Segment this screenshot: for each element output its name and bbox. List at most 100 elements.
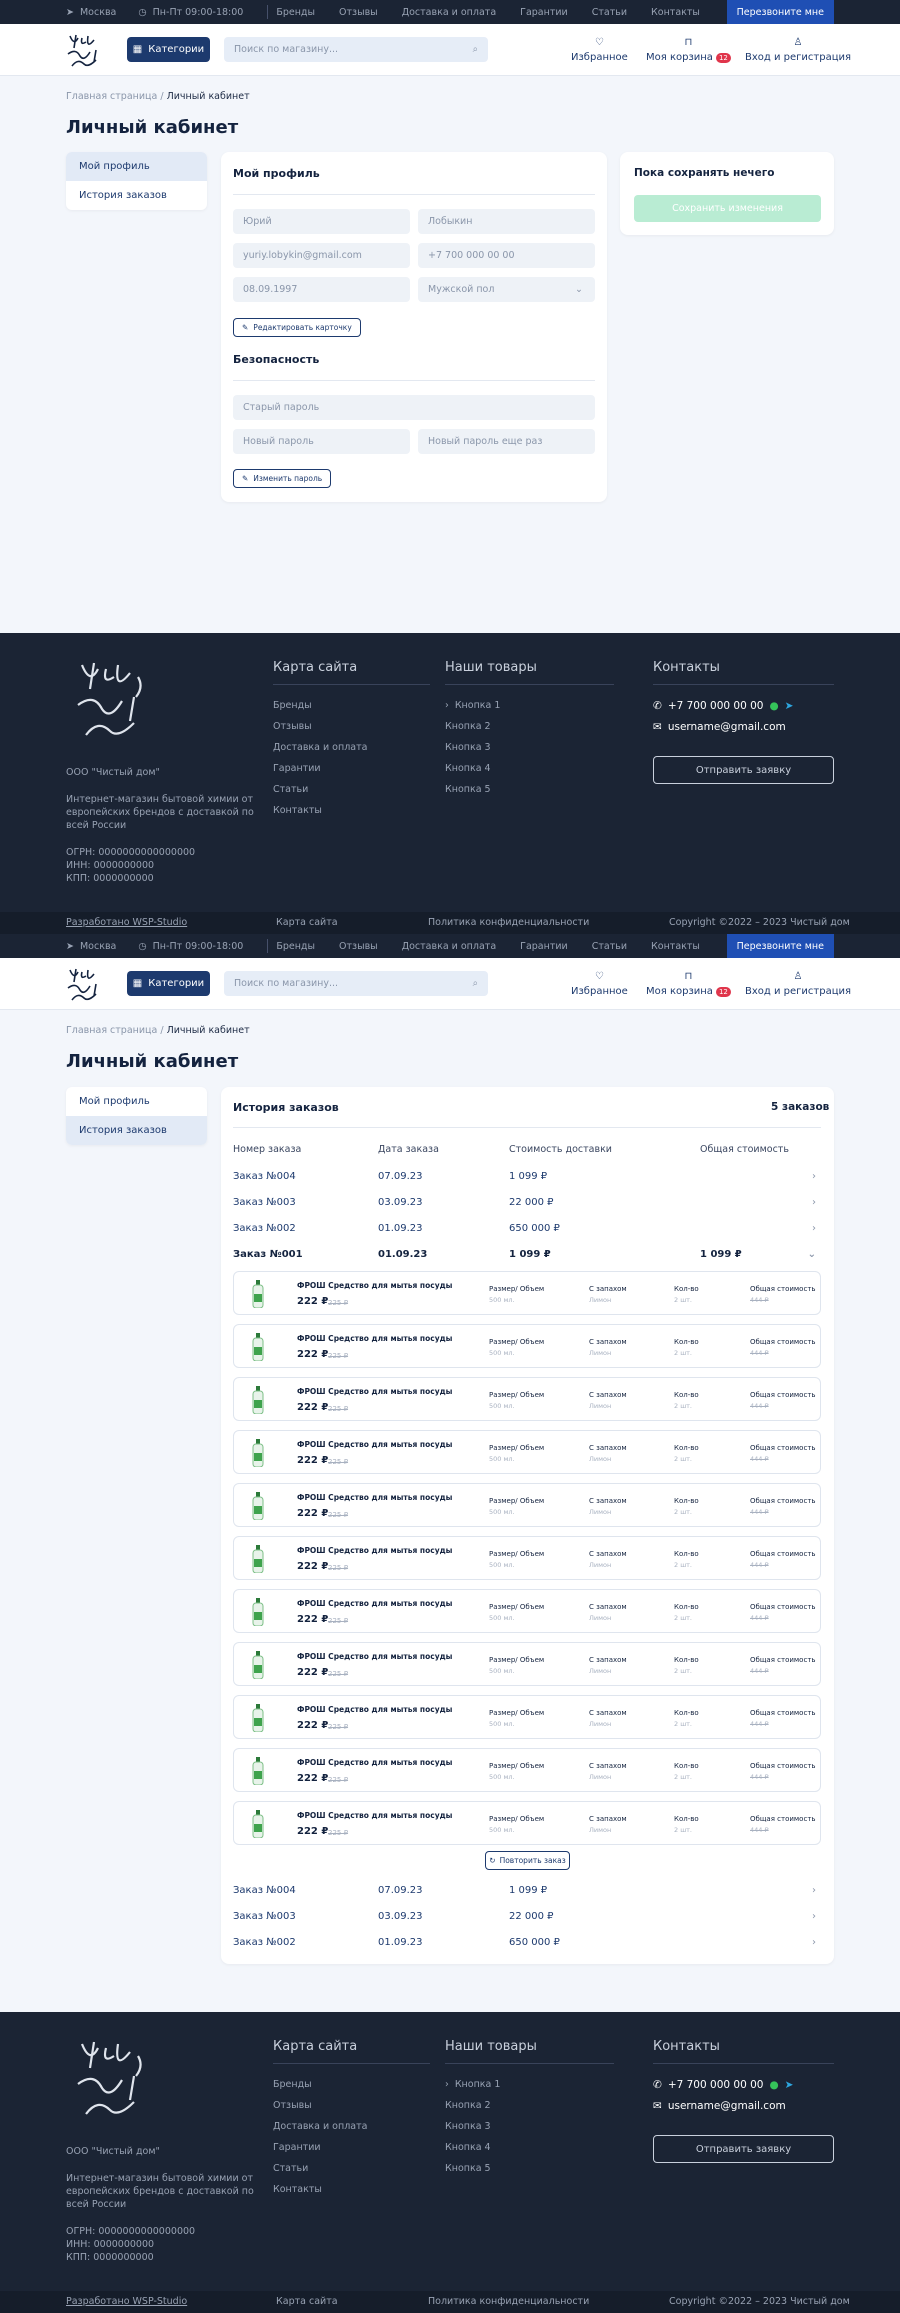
- privacy-link[interactable]: Политика конфиденциальности: [428, 917, 589, 928]
- cart-link[interactable]: ⊓ Моя корзина 12: [646, 37, 731, 63]
- footer-phone[interactable]: ✆ +7 700 000 00 00 ● ➤: [653, 2074, 834, 2095]
- product-name[interactable]: ФРОШ Средство для мытья посуды: [297, 1440, 452, 1449]
- top-nav-reviews[interactable]: Отзывы: [339, 941, 378, 952]
- callback-button[interactable]: Перезвоните мне: [726, 934, 834, 958]
- email-field[interactable]: yuriy.lobykin@gmail.com: [233, 243, 410, 268]
- footer-goods-item[interactable]: Кнопка 4: [445, 2137, 614, 2158]
- city-selector[interactable]: ➤ Москва: [66, 7, 116, 18]
- order-row[interactable]: Заказ №002 01.09.23 650 000 ₽ ›: [233, 1930, 820, 1956]
- login-link[interactable]: ♙ Вход и регистрация: [745, 971, 851, 997]
- new-password-field[interactable]: Новый пароль: [233, 429, 410, 454]
- footer-goods-item[interactable]: Кнопка 3: [445, 2116, 614, 2137]
- footer-link-delivery[interactable]: Доставка и оплата: [273, 737, 430, 758]
- top-nav-guarantees[interactable]: Гарантии: [520, 7, 568, 18]
- order-row[interactable]: Заказ №004 07.09.23 1 099 ₽ ›: [233, 1164, 820, 1190]
- callback-button[interactable]: Перезвоните мне: [726, 0, 834, 24]
- top-nav-brands[interactable]: Бренды: [276, 941, 315, 952]
- sidebar-item-profile[interactable]: Мой профиль: [66, 1087, 207, 1116]
- product-name[interactable]: ФРОШ Средство для мытья посуды: [297, 1334, 452, 1343]
- footer-link-reviews[interactable]: Отзывы: [273, 2095, 430, 2116]
- product-name[interactable]: ФРОШ Средство для мытья посуды: [297, 1652, 452, 1661]
- breadcrumb-home[interactable]: Главная страница: [66, 91, 157, 102]
- footer-email[interactable]: ✉ username@gmail.com: [653, 716, 834, 737]
- top-nav-articles[interactable]: Статьи: [592, 7, 627, 18]
- search-input[interactable]: Поиск по магазину... ⌕: [224, 971, 488, 996]
- footer-logo[interactable]: [74, 657, 154, 745]
- developer-link[interactable]: Разработано WSP-Studio: [66, 917, 187, 928]
- footer-link-reviews[interactable]: Отзывы: [273, 716, 430, 737]
- footer-email[interactable]: ✉ username@gmail.com: [653, 2095, 834, 2116]
- footer-goods-item[interactable]: Кнопка 3: [445, 737, 614, 758]
- top-nav-articles[interactable]: Статьи: [592, 941, 627, 952]
- gender-select[interactable]: Мужской пол ⌄: [418, 277, 595, 302]
- order-item-card[interactable]: ФРОШ Средство для мытья посуды 222 ₽225 ₽…: [233, 1695, 821, 1739]
- footer-goods-item[interactable]: › Кнопка 1: [445, 695, 614, 716]
- sidebar-item-orders[interactable]: История заказов: [66, 181, 207, 210]
- footer-phone[interactable]: ✆ +7 700 000 00 00 ● ➤: [653, 695, 834, 716]
- sidebar-item-profile[interactable]: Мой профиль: [66, 152, 207, 181]
- product-name[interactable]: ФРОШ Средство для мытья посуды: [297, 1758, 452, 1767]
- send-request-button[interactable]: Отправить заявку: [653, 756, 834, 784]
- product-name[interactable]: ФРОШ Средство для мытья посуды: [297, 1705, 452, 1714]
- favorites-link[interactable]: ♡ Избранное: [571, 37, 628, 63]
- edit-card-button[interactable]: ✎ Редактировать карточку: [233, 318, 361, 337]
- footer-goods-item[interactable]: Кнопка 2: [445, 716, 614, 737]
- old-password-field[interactable]: Старый пароль: [233, 395, 595, 420]
- first-name-field[interactable]: Юрий: [233, 209, 410, 234]
- product-name[interactable]: ФРОШ Средство для мытья посуды: [297, 1387, 452, 1396]
- top-nav-contacts[interactable]: Контакты: [651, 7, 700, 18]
- categories-button[interactable]: ▦ Категории: [127, 971, 210, 996]
- top-nav-brands[interactable]: Бренды: [276, 7, 315, 18]
- order-row[interactable]: Заказ №004 07.09.23 1 099 ₽ ›: [233, 1878, 820, 1904]
- product-name[interactable]: ФРОШ Средство для мытья посуды: [297, 1546, 452, 1555]
- product-name[interactable]: ФРОШ Средство для мытья посуды: [297, 1599, 452, 1608]
- product-name[interactable]: ФРОШ Средство для мытья посуды: [297, 1811, 452, 1820]
- order-item-card[interactable]: ФРОШ Средство для мытья посуды 222 ₽225 ₽…: [233, 1748, 821, 1792]
- footer-link-articles[interactable]: Статьи: [273, 2158, 430, 2179]
- telegram-icon[interactable]: ➤: [785, 2079, 794, 2091]
- footer-goods-item[interactable]: Кнопка 2: [445, 2095, 614, 2116]
- birthdate-field[interactable]: 08.09.1997: [233, 277, 410, 302]
- order-row-expanded[interactable]: Заказ №001 01.09.23 1 099 ₽1 099 ₽ ⌄: [233, 1242, 820, 1268]
- order-row[interactable]: Заказ №003 03.09.23 22 000 ₽ ›: [233, 1190, 820, 1216]
- order-item-card[interactable]: ФРОШ Средство для мытья посуды 222 ₽225 ₽…: [233, 1801, 821, 1845]
- sidebar-item-orders[interactable]: История заказов: [66, 1116, 207, 1145]
- footer-goods-item[interactable]: Кнопка 4: [445, 758, 614, 779]
- save-changes-button[interactable]: Сохранить изменения: [634, 195, 821, 222]
- footer-goods-item[interactable]: Кнопка 5: [445, 2158, 614, 2179]
- footer-goods-item[interactable]: › Кнопка 1: [445, 2074, 614, 2095]
- whatsapp-icon[interactable]: ●: [769, 700, 778, 712]
- order-row[interactable]: Заказ №002 01.09.23 650 000 ₽ ›: [233, 1216, 820, 1242]
- site-logo[interactable]: [66, 966, 106, 1004]
- footer-link-guarantees[interactable]: Гарантии: [273, 758, 430, 779]
- order-item-card[interactable]: ФРОШ Средство для мытья посуды 222 ₽225 ₽…: [233, 1536, 821, 1580]
- site-logo[interactable]: [66, 32, 106, 70]
- login-link[interactable]: ♙ Вход и регистрация: [745, 37, 851, 63]
- footer-link-guarantees[interactable]: Гарантии: [273, 2137, 430, 2158]
- footer-logo[interactable]: [74, 2036, 154, 2124]
- top-nav-reviews[interactable]: Отзывы: [339, 7, 378, 18]
- cart-link[interactable]: ⊓ Моя корзина 12: [646, 971, 731, 997]
- order-item-card[interactable]: ФРОШ Средство для мытья посуды 222 ₽225 ₽…: [233, 1642, 821, 1686]
- last-name-field[interactable]: Лобыкин: [418, 209, 595, 234]
- footer-link-brands[interactable]: Бренды: [273, 695, 430, 716]
- search-input[interactable]: Поиск по магазину... ⌕: [224, 37, 488, 62]
- product-name[interactable]: ФРОШ Средство для мытья посуды: [297, 1281, 452, 1290]
- new-password-repeat-field[interactable]: Новый пароль еще раз: [418, 429, 595, 454]
- favorites-link[interactable]: ♡ Избранное: [571, 971, 628, 997]
- send-request-button[interactable]: Отправить заявку: [653, 2135, 834, 2163]
- categories-button[interactable]: ▦ Категории: [127, 37, 210, 62]
- footer-goods-item[interactable]: Кнопка 5: [445, 779, 614, 800]
- sitemap-link[interactable]: Карта сайта: [276, 917, 338, 928]
- order-item-card[interactable]: ФРОШ Средство для мытья посуды 222 ₽225 ₽…: [233, 1430, 821, 1474]
- top-nav-delivery[interactable]: Доставка и оплата: [402, 7, 496, 18]
- top-nav-contacts[interactable]: Контакты: [651, 941, 700, 952]
- top-nav-guarantees[interactable]: Гарантии: [520, 941, 568, 952]
- footer-link-articles[interactable]: Статьи: [273, 779, 430, 800]
- order-item-card[interactable]: ФРОШ Средство для мытья посуды 222 ₽225 ₽…: [233, 1377, 821, 1421]
- footer-link-delivery[interactable]: Доставка и оплата: [273, 2116, 430, 2137]
- product-name[interactable]: ФРОШ Средство для мытья посуды: [297, 1493, 452, 1502]
- breadcrumb-home[interactable]: Главная страница: [66, 1025, 157, 1036]
- developer-link[interactable]: Разработано WSP-Studio: [66, 2296, 187, 2307]
- whatsapp-icon[interactable]: ●: [769, 2079, 778, 2091]
